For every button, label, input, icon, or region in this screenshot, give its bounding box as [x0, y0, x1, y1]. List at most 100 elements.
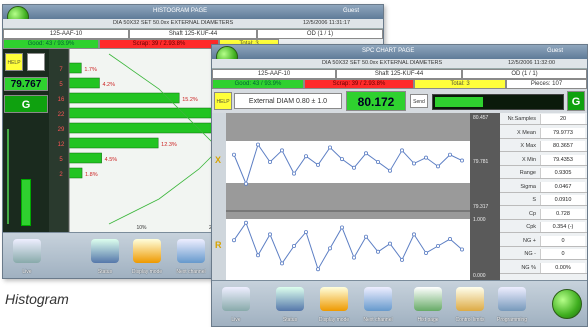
total-count: Total: 3: [414, 79, 506, 89]
spc-toolbar: Live Status Display mode Next channel Hi…: [212, 280, 587, 326]
r-point: [375, 249, 380, 254]
level-gauge: [21, 179, 31, 226]
grade-badge: G: [4, 95, 48, 113]
control-limits-icon: [456, 287, 484, 311]
stat-value: 0.0910: [540, 195, 585, 205]
gauge-track: [7, 129, 9, 224]
bar-percent-label: 1.8%: [85, 172, 98, 178]
stat-value: 79.4353: [540, 154, 585, 165]
x-point: [447, 152, 452, 157]
r-axis-label-top: 1.000: [473, 217, 486, 223]
stat-row: X Mean 79.9773: [500, 127, 587, 139]
x-point: [459, 158, 464, 163]
x-point: [399, 148, 404, 153]
r-point: [387, 241, 392, 246]
stat-row: X Max 80.3657: [500, 141, 587, 152]
r-point: [231, 238, 236, 243]
stat-value: 0.728: [540, 208, 585, 219]
bar-percent-label: 4.2%: [102, 82, 115, 88]
bar-count-label: 22: [58, 112, 65, 118]
next-channel-button[interactable]: Next channel: [171, 237, 211, 275]
histogram-bar: [68, 152, 102, 164]
channel-od: OD (1 / 1): [257, 29, 383, 39]
x-point: [351, 165, 356, 170]
status-icon: [276, 287, 304, 311]
programming-icon: [498, 287, 526, 311]
x-axis-label-bot: 79.317: [473, 204, 489, 210]
histogram-bar: [68, 137, 159, 149]
pieces-count: Pieces: 107: [506, 79, 587, 89]
stat-key: Cpk: [526, 224, 536, 230]
stat-value: 0.354 (-): [540, 222, 585, 232]
stat-value: 20: [540, 114, 585, 124]
hist-page-icon: [414, 287, 442, 311]
stat-row: Sigma 0.0467: [500, 181, 587, 193]
stat-value: 0.0467: [540, 181, 585, 192]
display-mode-button[interactable]: Display mode: [314, 285, 354, 323]
stat-value: 80.3657: [540, 141, 585, 151]
datetime: 12/5/2006 11:32:00: [508, 60, 555, 66]
help-button[interactable]: HELP: [5, 53, 23, 71]
x-chart-upper-zone: [226, 113, 470, 141]
channel-label: External DIAM 0.80 ± 1.0: [234, 93, 342, 109]
level-bar: [432, 94, 564, 110]
x-point: [316, 162, 321, 167]
stat-value: 79.9773: [540, 127, 585, 138]
r-point: [256, 253, 261, 258]
x-point: [423, 155, 428, 160]
part-name: Shaft 125-KUF-44: [129, 29, 257, 39]
mode-button[interactable]: [27, 53, 45, 71]
spc-charts: X R 80.457 79.781 79.317 1.000 0.000: [212, 113, 500, 280]
r-point: [459, 247, 464, 252]
big-value: 80.172: [346, 91, 406, 111]
live-button[interactable]: Live: [7, 237, 47, 275]
subtitle: DIA 50X32 SET 50.0xx EXTERNAL DIAMETERS: [322, 60, 443, 66]
user-label: Guest: [343, 8, 360, 14]
stat-row: NG + 0: [500, 235, 587, 247]
r-chart-label: R: [215, 240, 222, 250]
help-button[interactable]: HELP: [214, 92, 232, 110]
status-button[interactable]: Status: [270, 285, 310, 323]
status-icon: [91, 239, 119, 263]
send-button[interactable]: Send: [410, 94, 428, 108]
r-point: [304, 230, 309, 235]
stat-row: Range 0.9305: [500, 168, 587, 179]
control-limits-button[interactable]: Control limits: [450, 285, 490, 323]
stat-key: Nr.Samples: [507, 116, 536, 122]
bar-percent-label: 15.2%: [182, 97, 198, 103]
good-count: Good: 43 / 93.9%: [3, 39, 99, 49]
next-channel-button[interactable]: Next channel: [358, 285, 398, 323]
x-axis-label-top: 80.457: [473, 115, 489, 121]
stat-key: NG %: [521, 264, 536, 271]
status-button[interactable]: Status: [85, 237, 125, 275]
bar-percent-label: 1.7%: [84, 67, 97, 73]
r-point: [268, 232, 273, 237]
stat-key: Sigma: [520, 183, 536, 190]
live-button[interactable]: Live: [216, 285, 256, 323]
scrap-count: Scrap: 39 / 2.93.8%: [304, 79, 414, 89]
live-icon: [13, 239, 41, 263]
stat-key: Cp: [528, 210, 536, 217]
display-mode-icon: [133, 239, 161, 263]
display-mode-icon: [320, 287, 348, 311]
grade-badge: G: [567, 91, 585, 111]
stat-row: Cpk 0.354 (-): [500, 222, 587, 233]
scrap-count: Scrap: 39 / 2.93.8%: [99, 39, 219, 49]
axis-tick-label: 10%: [136, 225, 147, 231]
ok-button[interactable]: [552, 289, 582, 319]
histogram-bar: [68, 92, 180, 104]
r-point: [363, 234, 368, 239]
hist-page-button[interactable]: Hist page: [408, 285, 448, 323]
subtitle-bar: DIA 50X32 SET 50.0xx EXTERNAL DIAMETERS …: [212, 59, 587, 69]
r-point: [328, 246, 333, 251]
stat-key: NG +: [523, 237, 536, 244]
bar-percent-label: 12.3%: [161, 142, 177, 148]
stat-key: X Max: [520, 143, 536, 149]
window-title: SPC CHART PAGE: [362, 48, 415, 54]
x-point: [328, 145, 333, 150]
stat-row: Nr.Samples 20: [500, 114, 587, 125]
programming-button[interactable]: Programming: [492, 285, 532, 323]
display-mode-button[interactable]: Display mode: [127, 237, 167, 275]
x-point: [411, 161, 416, 166]
stat-value: 0.9305: [540, 168, 585, 178]
